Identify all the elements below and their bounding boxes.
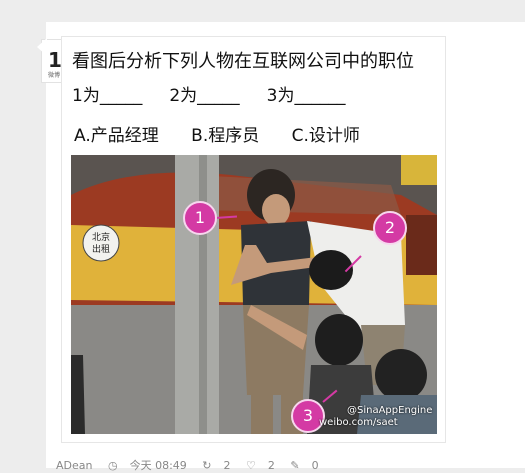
watermark-url: weibo.com/saet bbox=[319, 417, 398, 428]
comment-icon[interactable]: ✎ bbox=[290, 459, 299, 472]
clock-icon: ◷ bbox=[107, 459, 118, 472]
repost-count[interactable]: 2 bbox=[224, 459, 231, 472]
avatar-glyph: 1 bbox=[48, 48, 62, 72]
post-photo[interactable]: 北京 出租 1 2 3 @SinaAppEngine weibo.com/sae… bbox=[71, 155, 437, 434]
author-name[interactable]: ADean bbox=[56, 459, 92, 472]
question-blanks: 1为_____ 2为_____ 3为______ bbox=[72, 86, 346, 106]
marker-2: 2 bbox=[373, 211, 407, 245]
taxi-sign-line2: 出租 bbox=[92, 243, 110, 255]
like-icon[interactable]: ♡ bbox=[246, 459, 256, 472]
taxi-sign-line1: 北京 bbox=[92, 231, 110, 243]
watermark-handle: @SinaAppEngine bbox=[347, 405, 433, 416]
comment-count[interactable]: 0 bbox=[312, 459, 319, 472]
avatar-caption: 微博 bbox=[48, 72, 61, 79]
repost-icon[interactable]: ↻ bbox=[202, 459, 211, 472]
marker-1: 1 bbox=[183, 201, 217, 235]
card-notch bbox=[37, 38, 47, 56]
question-options: A.产品经理 B.程序员 C.设计师 bbox=[74, 126, 360, 146]
like-count[interactable]: 2 bbox=[268, 459, 275, 472]
post-meta: ADean ◷ 今天 08:49 ↻ 2 ♡ 2 ✎ 0 bbox=[56, 457, 331, 473]
photo-illustration: 北京 出租 bbox=[71, 155, 437, 434]
question-title: 看图后分析下列人物在互联网公司中的职位 bbox=[72, 51, 414, 72]
post-time: 今天 08:49 bbox=[129, 459, 187, 472]
post-body: 看图后分析下列人物在互联网公司中的职位 1为_____ 2为_____ 3为__… bbox=[61, 36, 446, 443]
